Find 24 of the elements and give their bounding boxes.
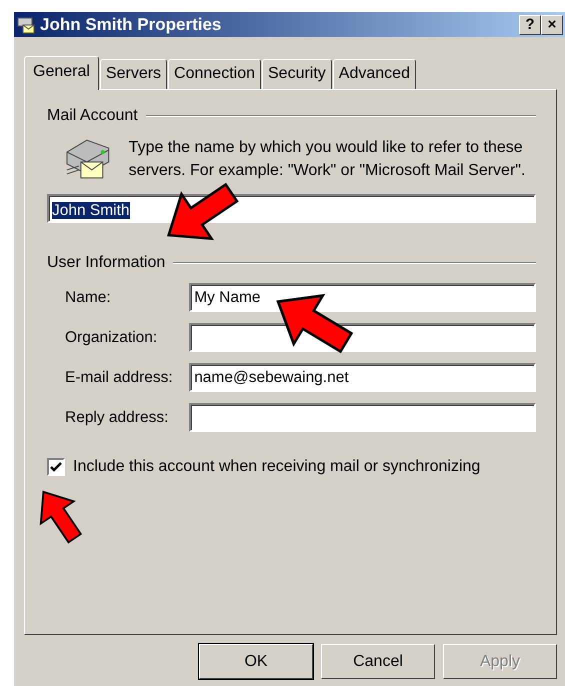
input-field[interactable]: name@sebewaing.net: [189, 363, 536, 392]
description-text: Type the name by which you would like to refer to these servers. For example: "Work" or "Microsoft Mail Server".: [128, 138, 526, 181]
include-account-checkbox[interactable]: [47, 458, 65, 476]
input-field[interactable]: [189, 403, 536, 432]
help-button[interactable]: ?: [519, 14, 541, 34]
tab[interactable]: Connection: [168, 59, 261, 89]
mail-server-icon: [16, 14, 36, 34]
checkbox-label: Include this account when receiving mail or synchronizing: [73, 457, 480, 477]
field-label: Organization:: [64, 328, 158, 348]
dialog-button[interactable]: OK: [199, 644, 313, 679]
close-button[interactable]: ×: [541, 14, 563, 34]
window-title: John Smith Properties: [40, 14, 222, 36]
input-field[interactable]: My Name: [189, 283, 536, 312]
field-label: Name:: [64, 288, 112, 308]
field-label: E-mail address:: [64, 368, 174, 388]
tab[interactable]: General: [24, 56, 99, 90]
group-heading: User Information: [47, 253, 166, 273]
dialog-button[interactable]: Cancel: [321, 644, 435, 679]
field-label: Reply address:: [64, 408, 170, 428]
tab[interactable]: Servers: [100, 59, 168, 89]
group-heading: Mail Account: [47, 106, 138, 126]
account-name-field[interactable]: John Smith: [47, 194, 536, 223]
tab[interactable]: Advanced: [332, 59, 416, 89]
tab[interactable]: Security: [262, 59, 332, 89]
